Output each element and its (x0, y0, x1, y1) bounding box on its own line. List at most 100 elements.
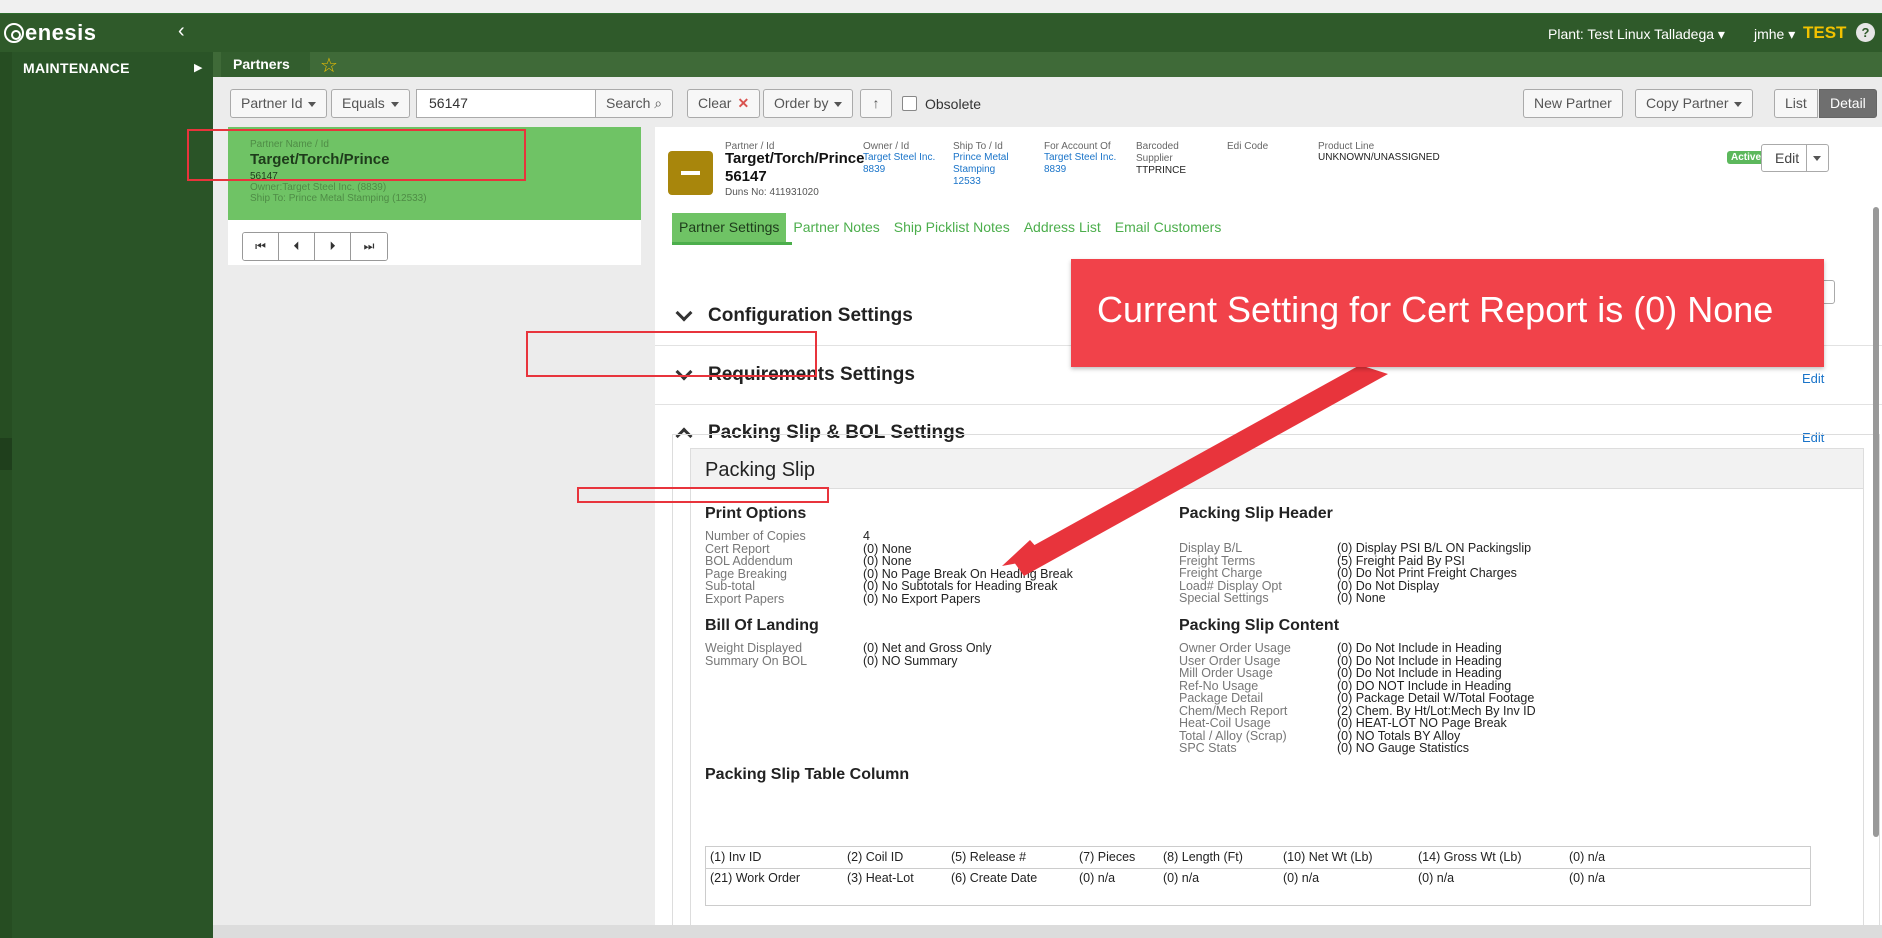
owner-link[interactable]: Target Steel Inc. 8839 (863, 152, 935, 176)
packing-slip-panel: Packing Slip Print Options Number of Cop… (690, 448, 1864, 938)
table-row-divider (706, 868, 1810, 869)
partner-list-panel: Partner Name / Id Target/Torch/Prince 56… (228, 127, 641, 265)
tab-ship-picklist-notes[interactable]: Ship Picklist Notes (887, 213, 1017, 243)
list-item-owner: Owner:Target Steel Inc. (8839) (250, 182, 387, 193)
requirements-edit-link[interactable]: Edit (1802, 371, 1824, 386)
genesis-logo-icon (4, 23, 24, 43)
bottom-strip (213, 925, 1882, 938)
list-view-button[interactable]: List (1774, 89, 1818, 118)
caret-down-icon (308, 101, 317, 107)
environment-badge: TEST (1803, 23, 1847, 42)
table-cell: (0) n/a (1283, 871, 1320, 885)
expand-arrow-icon[interactable]: ▶ (194, 61, 202, 74)
table-cell: (7) Pieces (1079, 850, 1136, 864)
close-icon: ✕ (737, 95, 750, 111)
user-menu[interactable]: jmhe ▾ (1754, 26, 1795, 43)
sort-direction-button[interactable]: ↑ (860, 89, 892, 118)
operator-select-label: Equals (342, 95, 385, 111)
bol-setting-label: Summary On BOL (705, 653, 808, 668)
left-sidebar: MAINTENANCE ▶ (0, 52, 213, 938)
search-button[interactable]: Search ⌕ (595, 89, 674, 118)
favorite-star-icon[interactable]: ☆ (320, 53, 338, 78)
owner-caption: Owner / Id (863, 141, 910, 152)
caret-down-icon (1734, 101, 1743, 107)
app-logo[interactable]: enesis (4, 20, 97, 46)
search-toolbar: Partner Id Equals 56147 Search ⌕ Clear ✕ … (213, 77, 1882, 125)
list-item-id: 56147 (250, 171, 278, 182)
partner-name: Target/Torch/Prince (725, 150, 865, 167)
previous-page-icon[interactable]: ⏴ (279, 233, 315, 260)
table-cell: (0) n/a (1569, 850, 1606, 864)
partner-name-id: Target/Torch/Prince 56147 (725, 150, 864, 186)
packing-slip-section-body: Packing Slip Print Options Number of Cop… (672, 434, 1880, 938)
barcoded-caption-line2: Supplier (1136, 153, 1173, 164)
partner-id: 56147 (725, 168, 767, 185)
table-cell: (3) Heat-Lot (847, 871, 914, 885)
help-icon[interactable]: ? (1856, 23, 1875, 42)
first-page-icon[interactable]: ⏮ (243, 233, 279, 260)
content-setting-label: SPC Stats (1179, 741, 1237, 755)
print-options-title: Print Options (705, 505, 807, 522)
table-cell: (0) n/a (1418, 871, 1455, 885)
detail-view-button[interactable]: Detail (1819, 89, 1877, 118)
arrow-up-icon: ↑ (872, 95, 880, 111)
operator-select[interactable]: Equals (331, 89, 410, 118)
caret-down-icon[interactable] (1813, 156, 1821, 161)
split-divider (1806, 145, 1807, 171)
copy-partner-button[interactable]: Copy Partner (1635, 89, 1754, 118)
bill-of-landing-title: Bill Of Landing (705, 617, 819, 634)
detail-subtabs: Partner Settings Partner Notes Ship Pick… (672, 213, 1228, 243)
table-column-title: Packing Slip Table Column (705, 766, 910, 783)
module-tabs: Partners ☆ (213, 52, 1882, 77)
tab-partner-settings[interactable]: Partner Settings (672, 213, 787, 243)
account-link[interactable]: Target Steel Inc. 8839 (1044, 152, 1116, 176)
copy-partner-label: Copy Partner (1646, 95, 1729, 111)
table-cell: (0) n/a (1163, 871, 1200, 885)
annotation-callout: Current Setting for Cert Report is (0) N… (1071, 259, 1824, 367)
table-cell: (1) Inv ID (710, 850, 762, 864)
account-id: 8839 (1044, 164, 1067, 175)
print-option-value: (0) No Export Papers (863, 591, 981, 606)
last-page-icon[interactable]: ⏭ (351, 233, 387, 260)
vertical-scrollbar[interactable] (1873, 207, 1879, 837)
next-page-icon[interactable]: ⏵ (315, 233, 351, 260)
list-item-name: Target/Torch/Prince (250, 151, 390, 168)
order-by-select[interactable]: Order by (763, 89, 854, 118)
ship-to-link[interactable]: Prince Metal Stamping 12533 (953, 152, 1009, 188)
header-setting-label: Special Settings (1179, 591, 1269, 605)
section-configuration-settings[interactable]: Configuration Settings (672, 304, 913, 327)
plant-selector[interactable]: Plant: Test Linux Talladega ▾ (1548, 26, 1725, 43)
obsolete-checkbox[interactable] (902, 96, 917, 111)
tab-email-customers[interactable]: Email Customers (1108, 213, 1229, 243)
new-partner-button[interactable]: New Partner (1523, 89, 1623, 118)
partner-avatar (668, 151, 713, 195)
partner-detail-panel: Partner / Id Target/Torch/Prince 56147 Du… (655, 127, 1882, 938)
chevron-down-icon (675, 363, 693, 381)
clear-button[interactable]: Clear ✕ (687, 89, 761, 118)
section-requirements-settings[interactable]: Requirements Settings (672, 363, 915, 386)
table-cell: (8) Length (Ft) (1163, 850, 1243, 864)
sidebar-section-maintenance[interactable]: MAINTENANCE (23, 60, 130, 76)
search-input[interactable]: 56147 (416, 89, 596, 118)
collapse-sidebar-icon[interactable]: ‹ (178, 20, 185, 43)
barcoded-caption-line1: Barcoded (1136, 141, 1179, 152)
order-by-label: Order by (774, 95, 829, 111)
table-cell: (2) Coil ID (847, 850, 904, 864)
logo-text: enesis (25, 20, 97, 45)
list-item[interactable]: Partner Name / Id Target/Torch/Prince 56… (228, 127, 641, 220)
edit-partner-button[interactable]: Edit (1761, 144, 1829, 172)
tab-partners[interactable]: Partners (221, 52, 310, 77)
list-item-caption: Partner Name / Id (250, 139, 329, 150)
caret-down-icon (390, 101, 399, 107)
barcoded-caption: Barcoded Supplier (1136, 141, 1179, 165)
sidebar-strip-active-marker (0, 438, 12, 470)
field-select[interactable]: Partner Id (230, 89, 328, 118)
owner-name: Target Steel Inc. (863, 152, 936, 163)
obsolete-label: Obsolete (925, 96, 982, 112)
top-bar: enesis ‹ Plant: Test Linux Talladega ▾ j… (0, 14, 1882, 52)
bol-setting-value: (0) NO Summary (863, 653, 958, 668)
duns-number: Duns No: 411931020 (725, 187, 819, 198)
tab-address-list[interactable]: Address List (1017, 213, 1108, 243)
edi-caption: Edi Code (1227, 141, 1269, 152)
tab-partner-notes[interactable]: Partner Notes (786, 213, 886, 243)
